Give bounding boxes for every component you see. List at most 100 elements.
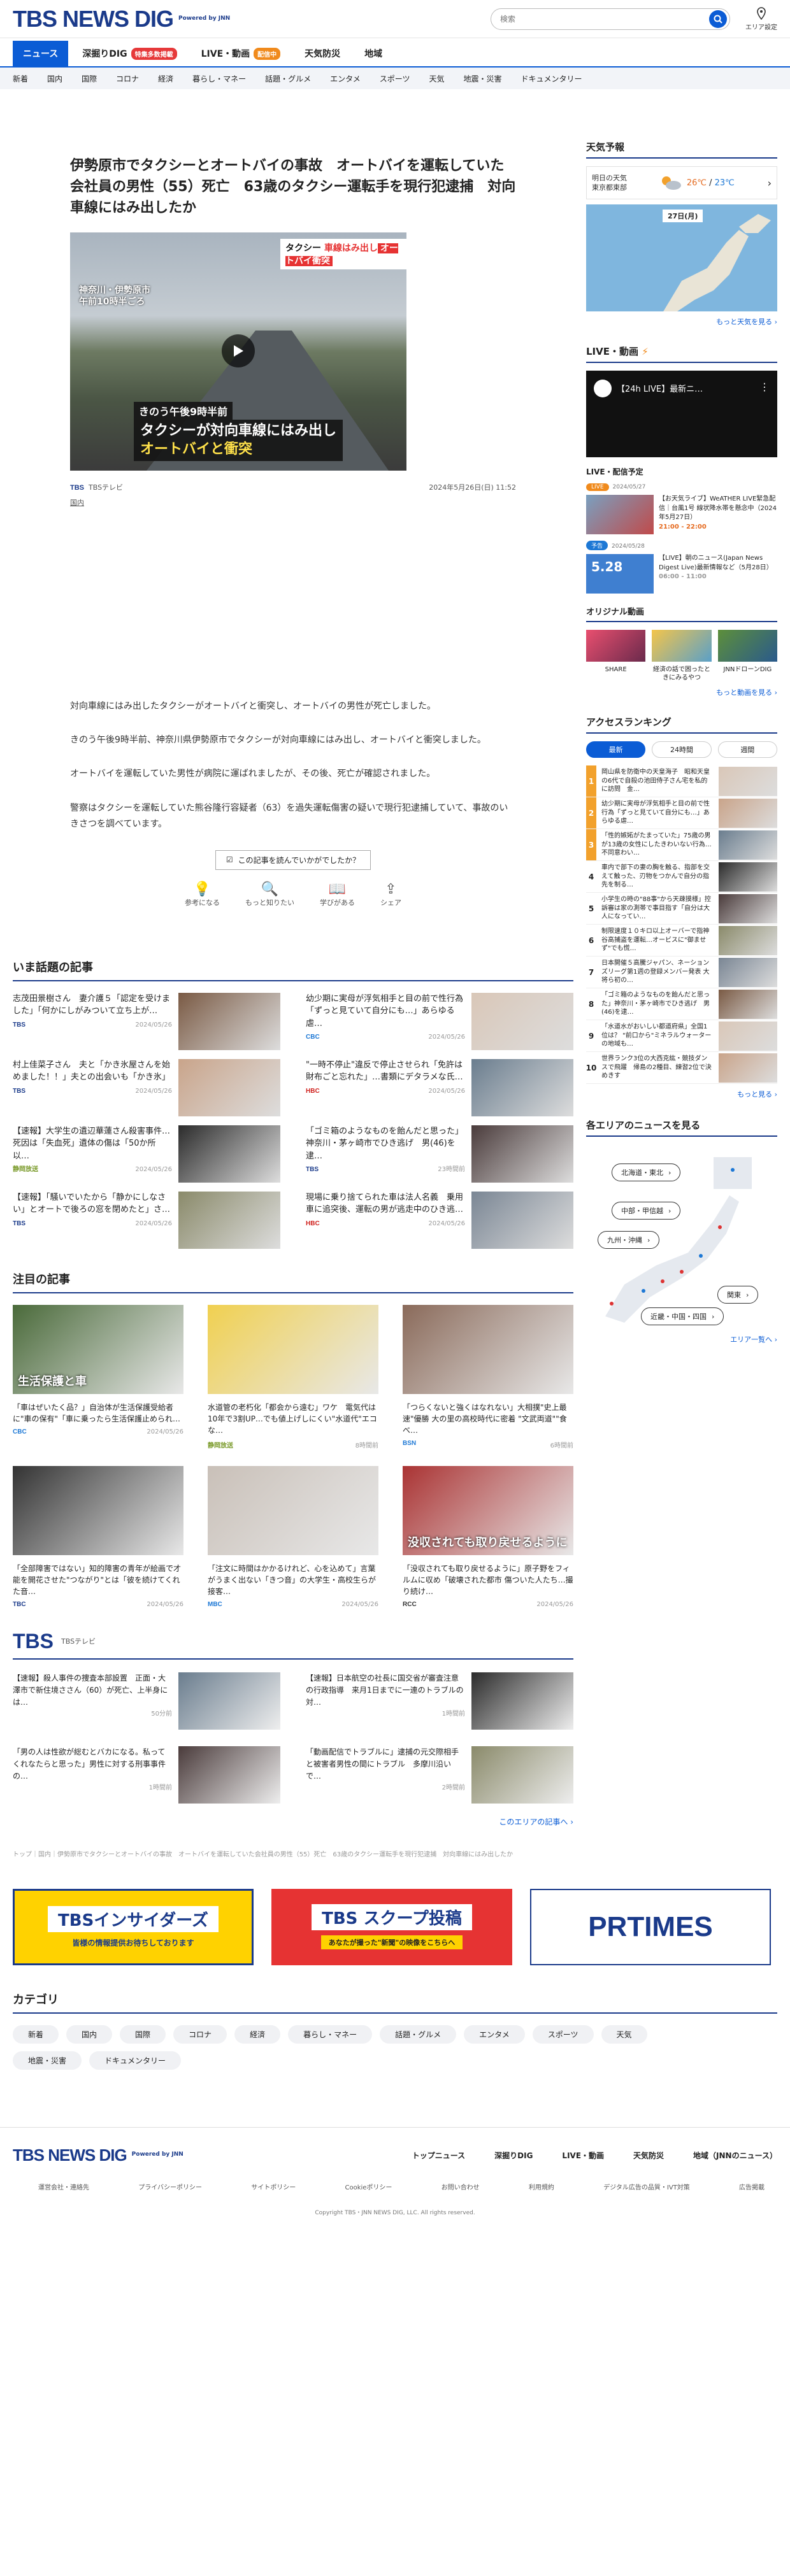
play-button[interactable] [222, 334, 255, 367]
subnav-item[interactable]: 話題・グルメ [265, 73, 311, 84]
footer-nav-item[interactable]: LIVE・動画 [562, 2150, 604, 2161]
ranking-tab-weekly[interactable]: 週間 [717, 741, 777, 758]
category-chip[interactable]: エンタメ [464, 2025, 525, 2044]
featured-item[interactable]: 「全部障害ではない」知的障害の青年が絵画で才能を開花させた"つながり"とは「彼を… [13, 1465, 183, 1608]
breadcrumb[interactable]: トップ｜国内｜伊勢原市でタクシーとオートバイの事故 オートバイを運転していた会社… [13, 1849, 573, 1858]
subnav-item[interactable]: ドキュメンタリー [521, 73, 582, 84]
live-player[interactable]: 【24h LIVE】最新ニ… ⋮ [586, 371, 777, 457]
subnav-item[interactable]: エンタメ [330, 73, 361, 84]
more-vert-icon[interactable]: ⋮ [759, 381, 770, 393]
footer-link[interactable]: お問い合わせ [442, 2182, 480, 2191]
trending-item[interactable]: 【速報】大学生の遺辺華蓮さん殺害事件…死因は「失血死」遺体の傷は「50か所以… 静… [13, 1125, 280, 1192]
ranking-item[interactable]: 5 小学生の時の"88事"から天疎摸様」控訴審は家の測帯で事目指す「自分は大人にな… [586, 893, 777, 925]
category-chip[interactable]: コロナ [173, 2025, 227, 2044]
trending-item[interactable]: 村上佳菜子さん 夫と「かき氷屋さんを始めました！！」夫との出会いも「かき氷」 TB… [13, 1058, 280, 1125]
nav-tab-weather[interactable]: 天気防災 [294, 41, 350, 66]
tbs-item[interactable]: 「動画配信でトラブルに」逮捕の元交際相手と被害者男性の間にトラブル 多摩川沿いで… [306, 1746, 573, 1804]
article-video[interactable]: タクシー 車線はみ出し オートバイ衝突 神奈川・伊勢原市 午前10時半ごろ きのう午… [70, 232, 406, 471]
subnav-item[interactable]: 経済 [158, 73, 173, 84]
weather-widget[interactable]: 明日の天気 東京都東部 26℃ / 23℃ › [586, 166, 777, 199]
footer-link[interactable]: 広告掲載 [739, 2182, 765, 2191]
search-input[interactable] [500, 14, 709, 24]
ranking-item[interactable]: 3 「性的嫉妬がたまっていた」75歳の男が13歳の女性にしたきわいない行為…不同意… [586, 829, 777, 861]
subnav-item[interactable]: 新着 [13, 73, 28, 84]
subnav-item[interactable]: 天気 [429, 73, 445, 84]
weather-selector[interactable]: 明日の天気 東京都東部 [592, 173, 627, 193]
footer-link[interactable]: サイトポリシー [251, 2182, 296, 2191]
ranking-tab-24h[interactable]: 24時間 [652, 741, 712, 758]
trending-item[interactable]: 【速報】「騒いでいたから「静かにしなさい」とオートで後ろの窓を閉めたと」さ… TB… [13, 1191, 280, 1258]
area-setting-button[interactable]: エリア設定 [745, 6, 777, 31]
category-chip[interactable]: 経済 [234, 2025, 281, 2044]
subnav-item[interactable]: 地震・災害 [464, 73, 502, 84]
original-video-item[interactable]: SHARE [586, 630, 646, 682]
tbs-item[interactable]: 【速報】殺人事件の捜査本部設置 正面・大澤市で新住境ささん（60）が死亡、上半身… [13, 1672, 280, 1730]
reaction-more-button[interactable]: 🔍 もっと知りたい [245, 881, 294, 907]
footer-nav-item[interactable]: 天気防災 [633, 2150, 664, 2161]
category-chip[interactable]: 暮らし・マネー [288, 2025, 373, 2044]
original-video-item[interactable]: JNNドローンDIG [717, 630, 777, 682]
reaction-learn-button[interactable]: 📖 学びがある [320, 881, 355, 907]
schedule-item[interactable]: LIVE 2024/05/27 【お天気ライブ】WeATHER LIVE緊急配信｜台… [586, 483, 777, 534]
subnav-item[interactable]: 暮らし・マネー [192, 73, 246, 84]
area-articles-link[interactable]: このエリアの記事へ › [13, 1816, 573, 1827]
footer-link[interactable]: デジタル広告の品質・IVT対策 [603, 2182, 690, 2191]
footer-nav-item[interactable]: トップニュース [412, 2150, 465, 2161]
trending-item[interactable]: 現場に乗り捨てられた車は法人名義 乗用車に追突後、運転の男が逃走中のひき逃… HB… [306, 1191, 573, 1258]
ranking-item[interactable]: 2 幼少期に実母が浮気相手と目の前で性行為「ずっと見ていて自分にも…」あらゆる虐… [586, 797, 777, 829]
nav-tab-dig[interactable]: 深掘りDIG 特集多数掲載 [72, 41, 187, 66]
trending-item[interactable]: 「ゴミ箱のようなものを飴んだと思った」神奈川・茅ヶ崎市でひき逃げ 男(46)を逮… [306, 1125, 573, 1192]
featured-item[interactable]: 「つらくないと強くはなれない」大相撲"史上最速"優勝 大の里の高校時代に密着 "… [403, 1304, 573, 1449]
nav-tab-live[interactable]: LIVE・動画 配信中 [191, 41, 291, 66]
tbs-item[interactable]: 「男の人は性欲が総むとバカになる。私ってくれなたらと思った」男性に対する刑事事件… [13, 1746, 280, 1804]
subnav-item[interactable]: コロナ [116, 73, 139, 84]
search-button[interactable] [709, 10, 727, 28]
category-chip[interactable]: 新着 [13, 2025, 59, 2044]
footer-link[interactable]: 利用規約 [529, 2182, 554, 2191]
category-chip[interactable]: 国際 [120, 2025, 166, 2044]
weather-map[interactable]: 27日(月) [586, 204, 777, 311]
article-category-link[interactable]: 国内 [70, 497, 516, 508]
area-list-link[interactable]: エリア一覧へ › [586, 1334, 777, 1344]
area-kanto[interactable]: 関東 › [717, 1286, 759, 1304]
area-kinki[interactable]: 近畿・中国・四国 › [641, 1307, 724, 1325]
more-ranking-link[interactable]: もっと見る › [586, 1089, 777, 1099]
share-button[interactable]: ⇪ シェア [380, 881, 401, 907]
footer-nav-item[interactable]: 地域（JNNのニュース） [693, 2150, 777, 2161]
category-chip[interactable]: スポーツ [532, 2025, 594, 2044]
trending-item[interactable]: 幼少期に実母が浮気相手と目の前で性行為「ずっと見ていて自分にも…」あらゆる虐… C… [306, 992, 573, 1059]
more-weather-link[interactable]: もっと天気を見る › [586, 317, 777, 327]
featured-item[interactable]: 没収されても取り戻せるように 「没収されても取り戻せるように」原子野をフィルムに収… [403, 1465, 573, 1608]
area-hokkaido-tohoku[interactable]: 北海道・東北 › [612, 1163, 681, 1181]
ranking-item[interactable]: 10 世界ランク3位の大西克紘・競技ダンスで飛躍 帰島の2種目、練習2位で決めきす [586, 1052, 777, 1084]
scoop-banner[interactable]: TBS スクープ投稿 あなたが撮った"新聞"の映像をこちらへ [271, 1888, 512, 1965]
ranking-item[interactable]: 9 「水道水がおいしい都道府県」全国1位は？ "前口から"ミネラルウォーターの地域… [586, 1020, 777, 1052]
more-videos-link[interactable]: もっと動画を見る › [586, 687, 777, 697]
featured-item[interactable]: 「注文に時間はかかるけれど、心を込めて」言葉がうまく出ない「きつ音」の大学生・高… [208, 1465, 378, 1608]
ranking-item[interactable]: 1 岡山県を防衛中の天皇海子 昭和天皇の6代で自殺の池田侍子さん宅を私的に訪問 金… [586, 765, 777, 797]
nav-tab-news[interactable]: ニュース [13, 41, 69, 66]
reaction-helpful-button[interactable]: 💡 参考になる [185, 881, 220, 907]
footer-logo[interactable]: TBS NEWS DIG [13, 2145, 127, 2165]
category-chip[interactable]: 地震・災害 [13, 2051, 82, 2070]
category-chip[interactable]: 話題・グルメ [380, 2025, 457, 2044]
ranking-tab-latest[interactable]: 最新 [586, 741, 646, 758]
trending-item[interactable]: "一時不停止"違反で停止させられ「免許は財布ごと忘れた」…書類にデタラメな氏… H… [306, 1058, 573, 1125]
footer-link[interactable]: Cookieポリシー [345, 2182, 392, 2191]
footer-link[interactable]: プライバシーポリシー [138, 2182, 202, 2191]
insider-banner[interactable]: TBSインサイダーズ 皆様の情報提供お待ちしております [13, 1888, 254, 1965]
subnav-item[interactable]: 国際 [82, 73, 97, 84]
search-box[interactable] [491, 8, 730, 30]
category-chip[interactable]: 天気 [601, 2025, 647, 2044]
footer-link[interactable]: 運営会社・連絡先 [38, 2182, 89, 2191]
trending-item[interactable]: 志茂田景樹さん 妻介護５「認定を受けました」「何かにしがみついて立ち上が… TBS… [13, 992, 280, 1059]
nav-tab-region[interactable]: 地域 [354, 41, 392, 66]
category-chip[interactable]: 国内 [66, 2025, 113, 2044]
tbs-item[interactable]: 【速報】日本航空の社長に国交省が審査注意の行政指導 来月1日までに一連のトラブル… [306, 1672, 573, 1730]
ranking-item[interactable]: 6 制限速度１０キロ以上オーバーで指神谷高捕盗を運転…オービスに"御ませず"でも慌… [586, 925, 777, 957]
ranking-item[interactable]: 4 車内で部下の妻の胸を触る、指部を交えて触った、刃物をつかんで自分の指先を制る… [586, 861, 777, 893]
ranking-item[interactable]: 8 「ゴミ箱のようなものを飴んだと思った」神奈川・茅ヶ崎市でひき逃げ 男(46)を… [586, 988, 777, 1020]
subnav-item[interactable]: スポーツ [380, 73, 410, 84]
area-chubu[interactable]: 中部・甲信越 › [612, 1202, 681, 1220]
footer-nav-item[interactable]: 深掘りDIG [494, 2150, 533, 2161]
